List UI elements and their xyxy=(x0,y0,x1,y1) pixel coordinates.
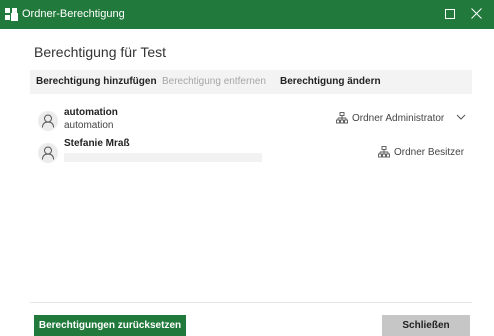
maximize-icon xyxy=(445,9,455,19)
add-permission-button[interactable]: Berechtigung hinzufügen xyxy=(36,76,157,88)
user-name: automation xyxy=(64,107,118,118)
change-permission-button[interactable]: Berechtigung ändern xyxy=(280,76,381,88)
page-title: Berechtigung für Test xyxy=(34,44,167,60)
app-icon xyxy=(5,8,18,21)
permission-row-stefanie[interactable]: Stefanie Mraß Ordner Besitzer xyxy=(34,138,470,174)
window-title: Ordner-Berechtigung xyxy=(22,8,125,20)
reset-permissions-button[interactable]: Berechtigungen zurücksetzen xyxy=(34,315,186,336)
close-dialog-button[interactable]: Schließen xyxy=(382,315,470,336)
maximize-button[interactable] xyxy=(440,4,460,24)
footer-divider xyxy=(30,302,472,303)
close-button[interactable] xyxy=(466,4,488,24)
user-name: Stefanie Mraß xyxy=(64,138,130,149)
title-bar: Ordner-Berechtigung xyxy=(0,0,494,29)
action-toolbar: Berechtigung hinzufügen Berechtigung ent… xyxy=(30,70,472,94)
user-subtitle-placeholder xyxy=(64,153,262,162)
org-chart-icon xyxy=(378,146,390,158)
user-avatar-icon xyxy=(38,143,58,163)
remove-permission-button[interactable]: Berechtigung entfernen xyxy=(162,76,266,88)
chevron-down-icon[interactable] xyxy=(456,114,466,121)
role-dropdown[interactable]: Ordner Administrator xyxy=(352,113,444,125)
close-icon xyxy=(471,8,482,19)
role-label: Ordner Besitzer xyxy=(394,147,465,158)
user-subtitle: automation xyxy=(64,120,114,131)
user-avatar-icon xyxy=(38,111,58,131)
org-chart-icon xyxy=(336,112,348,124)
